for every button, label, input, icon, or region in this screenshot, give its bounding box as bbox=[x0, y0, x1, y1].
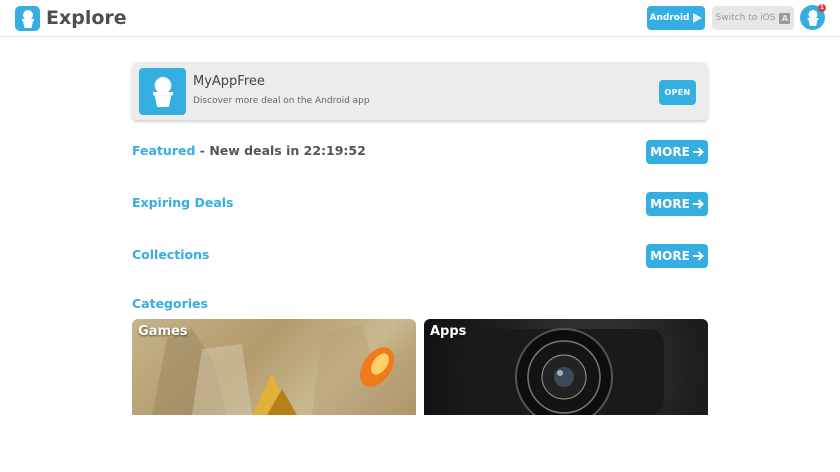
expiring-more-button[interactable]: MORE bbox=[646, 192, 708, 216]
category-label: Apps bbox=[430, 324, 467, 339]
categories-title: Categories bbox=[132, 296, 208, 311]
featured-section: Featured - New deals in 22:19:52 MORE bbox=[132, 140, 708, 164]
notification-badge: 1 bbox=[818, 4, 826, 12]
collections-section: Collections MORE bbox=[132, 244, 708, 268]
category-tile-games[interactable]: Games bbox=[132, 319, 416, 415]
more-label: MORE bbox=[650, 197, 690, 211]
ice-cream-icon bbox=[807, 9, 818, 26]
app-store-icon: A bbox=[779, 12, 791, 24]
app-promo-card: MyAppFree Discover more deal on the Andr… bbox=[132, 62, 708, 120]
ios-button-label: Switch to iOS bbox=[715, 13, 776, 23]
top-header: Explore Android Switch to iOS A 1 bbox=[0, 0, 840, 37]
apps-artwork bbox=[464, 328, 664, 415]
category-label: Games bbox=[138, 324, 188, 339]
promo-app-name: MyAppFree bbox=[193, 74, 265, 89]
ice-cream-icon bbox=[21, 9, 34, 28]
featured-more-button[interactable]: MORE bbox=[646, 140, 708, 164]
open-app-button[interactable]: OPEN bbox=[659, 80, 696, 105]
more-label: MORE bbox=[650, 145, 690, 159]
switch-to-ios-button[interactable]: Switch to iOS A bbox=[712, 6, 794, 30]
featured-title-label: Featured bbox=[132, 143, 196, 158]
category-tile-apps[interactable]: Apps bbox=[424, 319, 708, 415]
android-button-label: Android bbox=[649, 13, 690, 23]
promo-description: Discover more deal on the Android app bbox=[193, 96, 370, 106]
expiring-section: Expiring Deals MORE bbox=[132, 192, 708, 216]
arrow-right-icon bbox=[692, 251, 704, 261]
page-title: Explore bbox=[46, 7, 127, 29]
ice-cream-icon bbox=[152, 76, 173, 107]
app-logo-icon[interactable] bbox=[15, 6, 40, 31]
promo-app-icon bbox=[139, 68, 186, 115]
expiring-title[interactable]: Expiring Deals bbox=[132, 195, 234, 210]
play-store-icon bbox=[693, 13, 703, 23]
featured-title[interactable]: Featured - New deals in 22:19:52 bbox=[132, 143, 366, 158]
more-label: MORE bbox=[650, 249, 690, 263]
collections-title[interactable]: Collections bbox=[132, 247, 209, 262]
collections-more-button[interactable]: MORE bbox=[646, 244, 708, 268]
arrow-right-icon bbox=[692, 199, 704, 209]
arrow-right-icon bbox=[692, 147, 704, 157]
android-button[interactable]: Android bbox=[647, 6, 705, 30]
featured-countdown: - New deals in 22:19:52 bbox=[195, 143, 366, 158]
